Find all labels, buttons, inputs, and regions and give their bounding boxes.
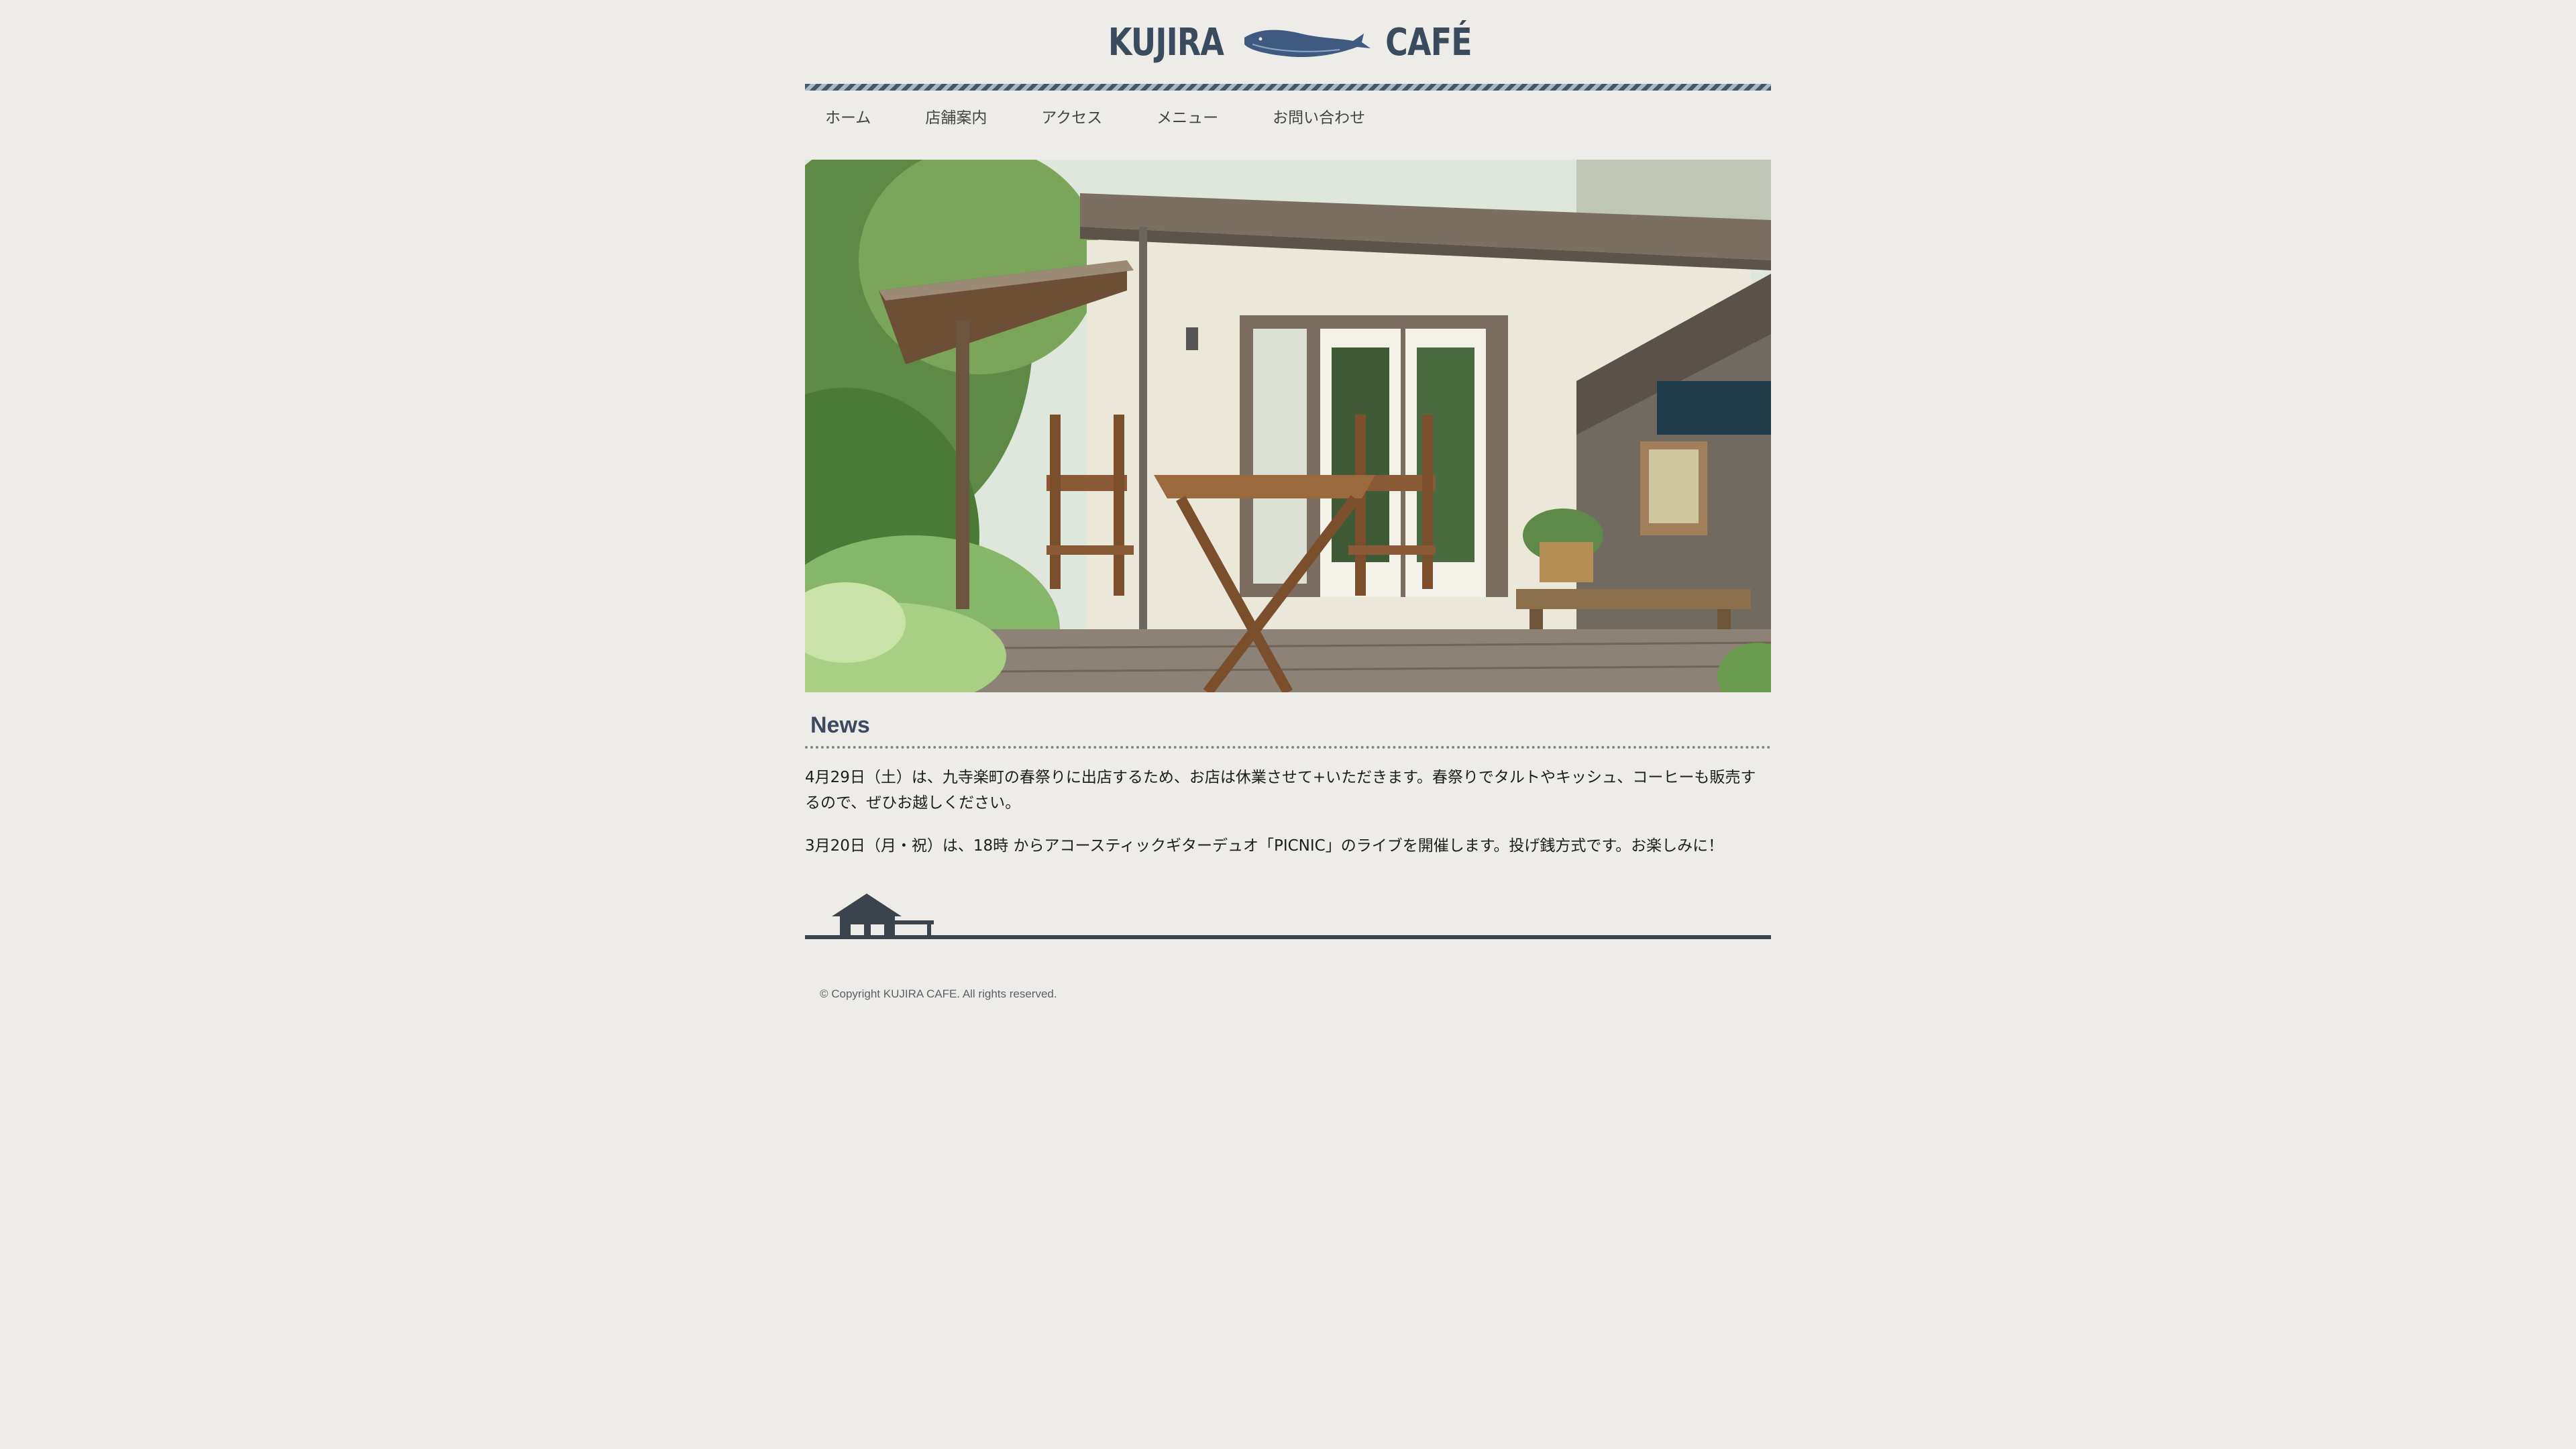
whale-icon [1244, 30, 1371, 58]
copyright-text: © Copyright KUJIRA CAFE. All rights rese… [820, 987, 1057, 1000]
news-heading: News [810, 712, 870, 738]
header-stripe-divider [805, 84, 1771, 91]
logo-text-left: KUJIRA [1108, 20, 1224, 64]
cafe-terrace-photo [805, 160, 1771, 692]
footer-divider [805, 935, 1771, 939]
site-logo[interactable]: KUJIRA CAFÉ [805, 19, 1771, 66]
logo-inner: KUJIRA CAFÉ [1095, 20, 1481, 64]
hero-image [805, 160, 1771, 692]
news-item: 3月20日（月・祝）は、18時 からアコースティックギターデュオ「PICNIC」… [805, 837, 1724, 855]
nav-item-home[interactable]: ホーム [805, 105, 898, 127]
news-divider [805, 746, 1771, 749]
nav-item-access[interactable]: アクセス [1014, 105, 1129, 127]
news-list: 4月29日（土）は、九寺楽町の春祭りに出店するため、お店は休業させて+いただきま… [805, 765, 1771, 876]
nav-item-store-info[interactable]: 店舗案内 [898, 105, 1014, 127]
house-icon [832, 894, 934, 936]
news-item: 4月29日（土）は、九寺楽町の春祭りに出店するため、お店は休業させて+いただきま… [805, 769, 1756, 812]
logo-text-right: CAFÉ [1385, 20, 1472, 64]
main-nav: ホーム 店舗案内 アクセス メニュー お問い合わせ [805, 101, 1392, 131]
nav-item-contact[interactable]: お問い合わせ [1245, 105, 1392, 127]
nav-item-menu[interactable]: メニュー [1129, 105, 1245, 127]
